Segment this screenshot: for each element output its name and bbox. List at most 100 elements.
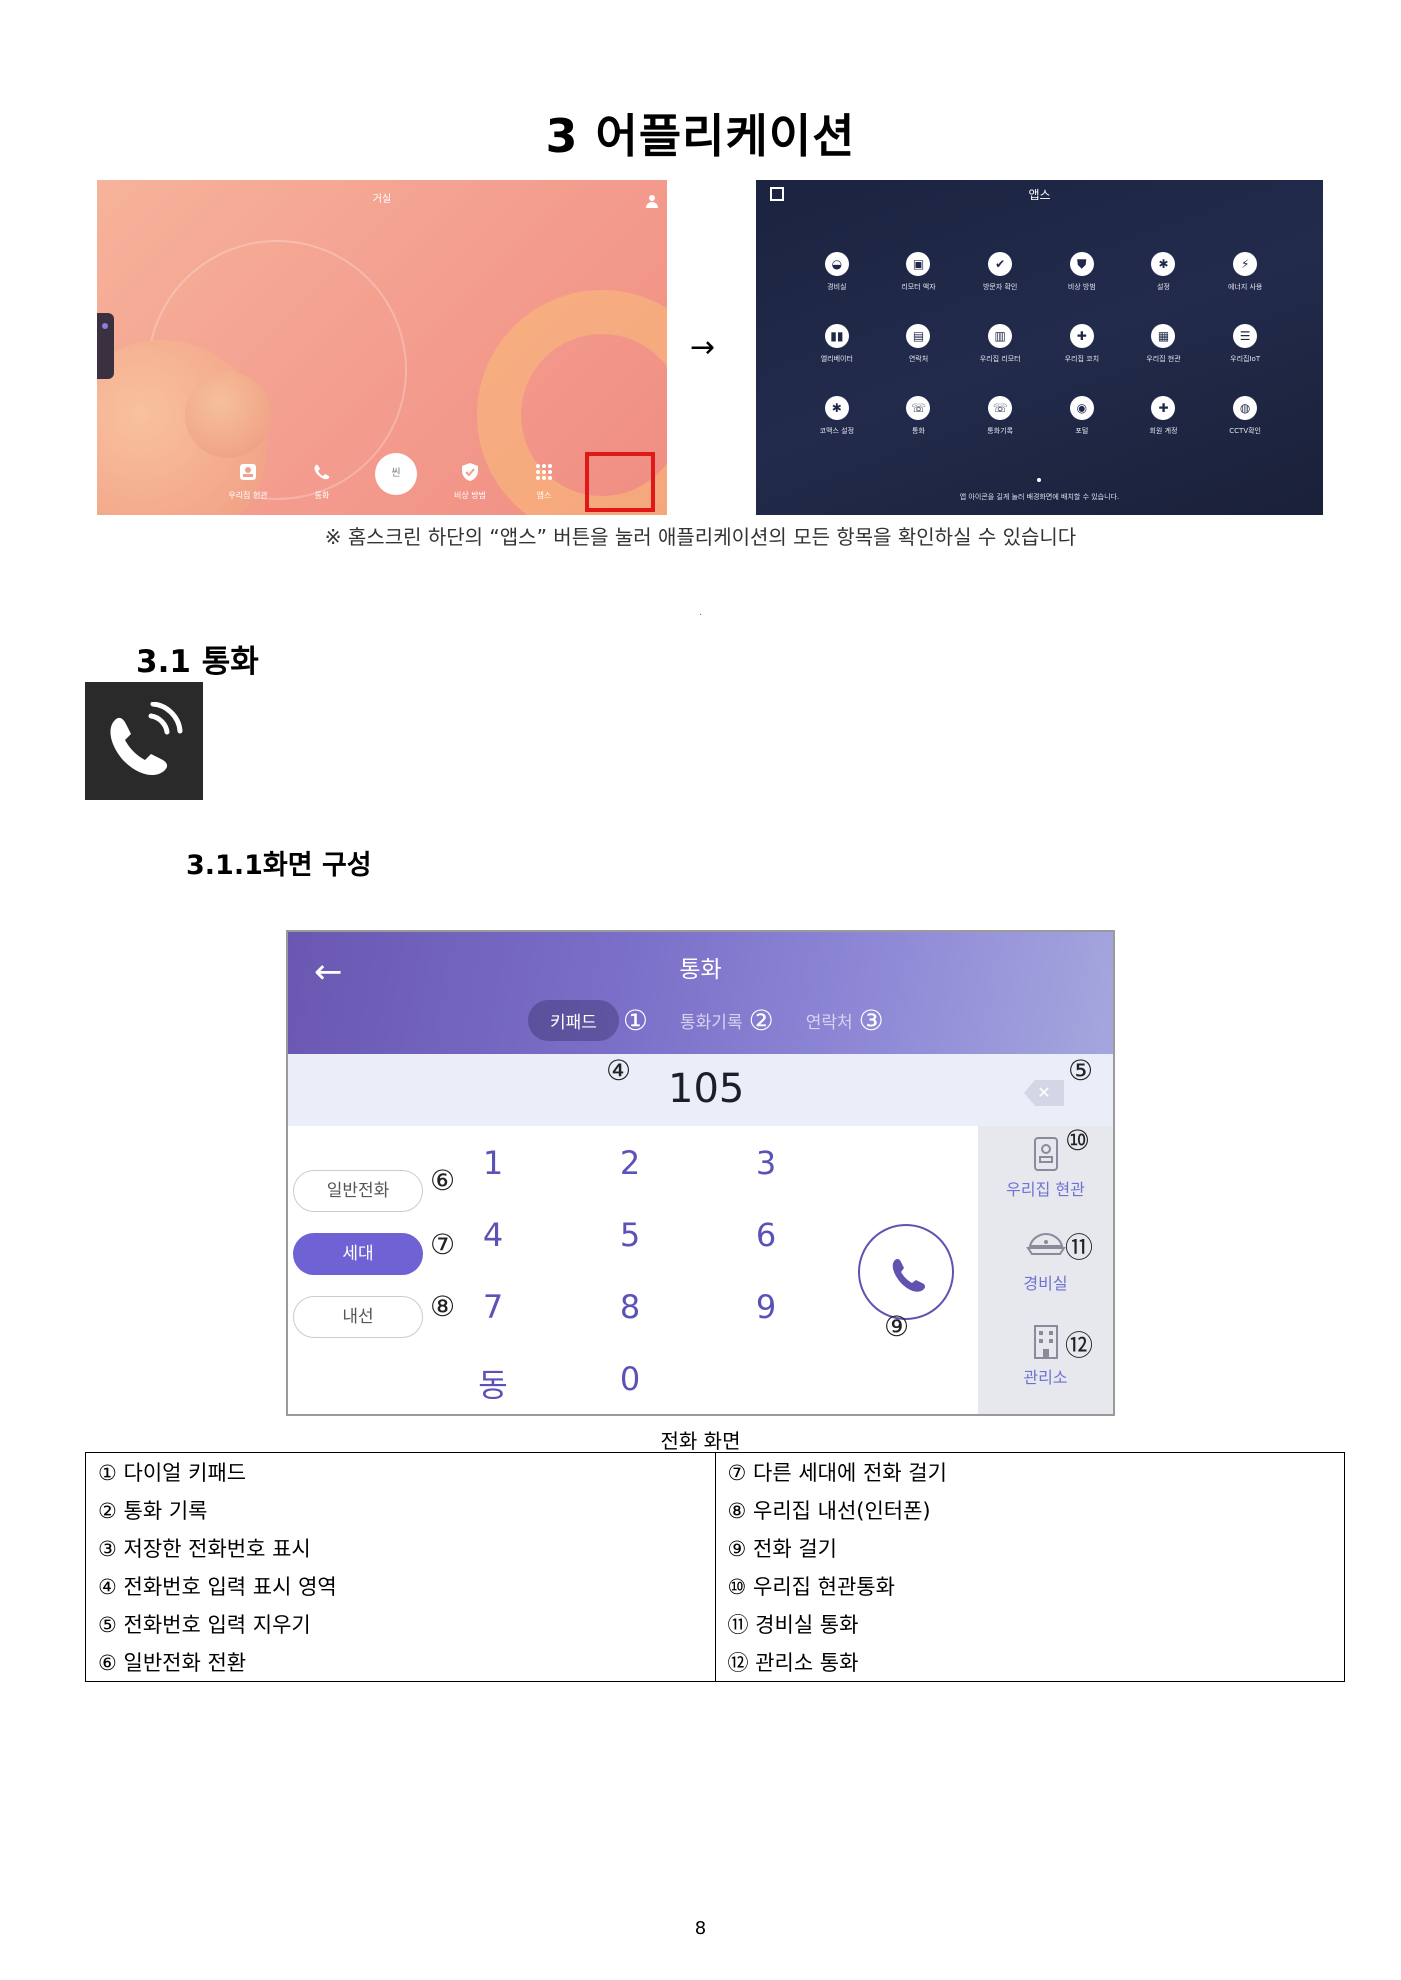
call-header: ← 통화 키패드 ① 통화기록 ② 연락처 ③ [288, 932, 1113, 1054]
dock-item-apps[interactable]: 앱스 [518, 462, 570, 501]
marker-11: ⑪ [1065, 1231, 1094, 1264]
user-icon[interactable] [645, 194, 659, 208]
legend-cell: ⑦ 다른 세대에 전화 걸기 [714, 1452, 1345, 1491]
key-5[interactable]: 5 [610, 1216, 650, 1254]
app-icon: ✱ [824, 396, 849, 420]
home-icon[interactable] [770, 187, 784, 201]
marker-5: ⑤ [1068, 1054, 1094, 1087]
decor-circle [185, 372, 271, 458]
key-9[interactable]: 9 [746, 1288, 786, 1326]
app-icon: ✚ [1151, 396, 1176, 420]
dock-item-front-door[interactable]: 우리집 현관 [222, 462, 274, 501]
app-label: 방문자 확인 [982, 283, 1018, 291]
legend-cell: ⑩ 우리집 현관통화 [714, 1567, 1345, 1605]
app-icon: ✱ [1151, 252, 1176, 276]
dock-label: 비상 방범 [454, 491, 486, 500]
door-icon [236, 462, 260, 486]
legend-row: ⑤ 전화번호 입력 지우기 ⑪ 경비실 통화 [85, 1605, 1345, 1643]
apps-hint: 앱 아이콘을 길게 눌러 배경화면에 배치할 수 있습니다. [959, 493, 1120, 501]
marker-3: ③ [858, 1004, 884, 1037]
scene-button: 씬 [375, 453, 417, 495]
app-tile[interactable]: ▤ 연락처 [878, 324, 960, 364]
chapter-heading: 3 어플리케이션 [545, 109, 856, 163]
marker-10: ⑩ [1065, 1124, 1091, 1157]
app-tile[interactable]: ▮▮ 엘리베이터 [796, 324, 878, 364]
dock-item-emergency[interactable]: 비상 방범 [444, 462, 496, 501]
app-tile[interactable]: ▣ 리모터 액자 [878, 252, 960, 292]
app-tile[interactable]: ◍ CCTV확인 [1204, 396, 1286, 436]
app-icon: ▣ [906, 252, 931, 276]
dock-label: 우리집 현관 [228, 491, 268, 500]
app-label: 엘리베이터 [820, 355, 853, 363]
key-0[interactable]: 0 [610, 1360, 650, 1398]
key-8[interactable]: 8 [610, 1288, 650, 1326]
app-tile[interactable]: ☏ 통화기록 [959, 396, 1041, 436]
legend-row: ④ 전화번호 입력 표시 영역 ⑩ 우리집 현관통화 [85, 1567, 1345, 1605]
app-tile[interactable]: ✱ 코맥스 설정 [796, 396, 878, 436]
door-icon [978, 1136, 1113, 1176]
app-tile[interactable]: ◉ 포털 [1041, 396, 1123, 436]
app-tile[interactable]: ✚ 회원 계정 [1123, 396, 1205, 436]
app-tile[interactable]: ▥ 우리집 리모터 [959, 324, 1041, 364]
phone-icon [892, 1258, 926, 1292]
separator-dot: · [699, 610, 703, 621]
legend-table: ① 다이얼 키패드 ⑦ 다른 세대에 전화 걸기 ② 통화 기록 ⑧ 우리집 내선(인… [85, 1452, 1345, 1682]
iot-side-tab[interactable] [97, 313, 114, 379]
marker-12: ⑫ [1065, 1329, 1094, 1362]
key-7[interactable]: 7 [473, 1288, 513, 1326]
key-1[interactable]: 1 [473, 1144, 513, 1182]
key-2[interactable]: 2 [610, 1144, 650, 1182]
app-tile[interactable]: ☰ 우리집IoT [1204, 324, 1286, 364]
app-icon: ▮▮ [824, 324, 849, 348]
key-building[interactable]: 동 [473, 1360, 513, 1406]
apps-title: 앱스 [1028, 188, 1051, 202]
app-label: 통화 [912, 427, 925, 435]
number-display: ④ 105 ✕ ⑤ [288, 1054, 1113, 1126]
dial-button[interactable] [858, 1224, 954, 1320]
app-tile[interactable]: ⚡ 에너지 사용 [1204, 252, 1286, 292]
key-4[interactable]: 4 [473, 1216, 513, 1254]
app-tile[interactable]: ⛊ 비상 방범 [1041, 252, 1123, 292]
legend-cell: ⑪ 경비실 통화 [714, 1605, 1345, 1643]
app-tile[interactable]: ✱ 설정 [1123, 252, 1205, 292]
app-tile[interactable]: ◒ 경비실 [796, 252, 878, 292]
call-app-icon [85, 682, 203, 800]
marker-2: ② [748, 1004, 774, 1037]
mode-household[interactable]: 세대 [293, 1233, 423, 1275]
mode-general-call[interactable]: 일반전화 [293, 1170, 423, 1212]
app-tile[interactable]: ▦ 우리집 현관 [1123, 324, 1205, 364]
app-label: 코맥스 설정 [819, 427, 855, 435]
quick-call-label: 관리소 [1023, 1368, 1068, 1387]
tab-keypad[interactable]: 키패드 [528, 1000, 619, 1041]
legend-cell: ① 다이얼 키패드 [85, 1452, 716, 1491]
legend-cell: ② 통화 기록 [85, 1491, 716, 1529]
backspace-icon[interactable]: ✕ [1024, 1080, 1064, 1106]
quick-call-front-door[interactable]: 우리집 현관 [978, 1136, 1113, 1200]
apps-grid: ◒ 경비실 ▣ 리모터 액자 ✔ 방문자 확인 ⛊ 비상 방범 ✱ 설정 ⚡ 에너지 사용 ▮▮ 엘리베이… [796, 252, 1286, 436]
app-label: 포털 [1075, 427, 1089, 435]
app-tile[interactable]: ✔ 방문자 확인 [959, 252, 1041, 292]
app-label: 설정 [1157, 283, 1170, 291]
key-6[interactable]: 6 [746, 1216, 786, 1254]
app-label: 연락처 [908, 355, 929, 363]
number-display-value: 105 [668, 1066, 745, 1112]
mode-extension[interactable]: 내선 [293, 1296, 423, 1338]
legend-cell: ⑫ 관리소 통화 [714, 1643, 1345, 1682]
app-tile[interactable]: ☏ 통화 [878, 396, 960, 436]
app-icon: ☏ [988, 396, 1013, 420]
marker-1: ① [622, 1004, 649, 1037]
app-label: 리모터 액자 [901, 283, 936, 291]
subsection-heading: 3.1.1화면 구성 [186, 850, 372, 881]
apps-grid-icon [532, 462, 556, 486]
phone-icon [110, 702, 183, 776]
dock-label: 통화 [314, 491, 330, 500]
section-heading: 3.1 통화 [136, 644, 259, 680]
app-tile[interactable]: ✚ 우리집 코치 [1041, 324, 1123, 364]
dock-item-call[interactable]: 통화 [296, 462, 348, 501]
marker-8: ⑧ [430, 1290, 456, 1323]
app-label: 우리집 코치 [1064, 355, 1100, 363]
dock-label: 앱스 [536, 491, 552, 500]
dock-item-scene[interactable]: 씬 [370, 453, 422, 501]
key-3[interactable]: 3 [746, 1144, 786, 1182]
call-title: 통화 [679, 957, 722, 983]
